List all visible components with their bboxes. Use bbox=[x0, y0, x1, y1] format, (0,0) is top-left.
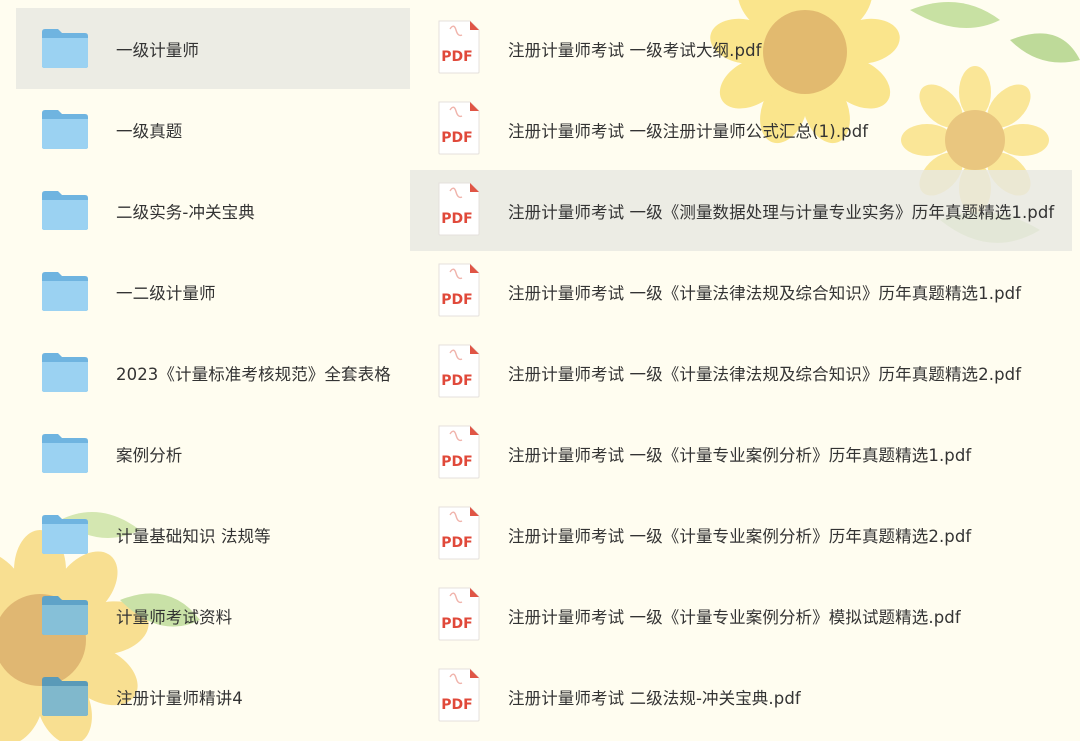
svg-text:PDF: PDF bbox=[441, 211, 472, 227]
folder-name: 案例分析 bbox=[116, 445, 183, 465]
pdf-file-icon: PDF bbox=[438, 101, 480, 155]
folder-icon bbox=[42, 29, 88, 68]
file-item[interactable]: PDF 注册计量师考试 一级注册计量师公式汇总(1).pdf bbox=[410, 89, 1072, 170]
folder-item[interactable]: 注册计量师精讲4 bbox=[16, 656, 410, 737]
folder-icon bbox=[42, 515, 88, 554]
file-name: 注册计量师考试 一级注册计量师公式汇总(1).pdf bbox=[508, 121, 869, 141]
pdf-file-icon: PDF bbox=[438, 182, 480, 236]
folder-icon bbox=[42, 596, 88, 635]
pdf-file-icon: PDF bbox=[438, 587, 480, 641]
file-list: PDF 注册计量师考试 一级考试大纲.pdf PDF 注册计量师考试 一级注册计… bbox=[410, 8, 1072, 737]
file-item[interactable]: PDF 注册计量师考试 一级《测量数据处理与计量专业实务》历年真题精选1.pdf bbox=[410, 170, 1072, 251]
folder-icon bbox=[42, 353, 88, 392]
svg-text:PDF: PDF bbox=[441, 697, 472, 713]
pdf-file-icon: PDF bbox=[438, 668, 480, 722]
file-item[interactable]: PDF 注册计量师考试 二级法规-冲关宝典.pdf bbox=[410, 656, 1072, 737]
folder-icon bbox=[42, 434, 88, 473]
svg-text:PDF: PDF bbox=[441, 454, 472, 470]
svg-text:PDF: PDF bbox=[441, 373, 472, 389]
file-name: 注册计量师考试 一级《计量专业案例分析》历年真题精选2.pdf bbox=[508, 526, 972, 546]
file-name: 注册计量师考试 一级《计量法律法规及综合知识》历年真题精选1.pdf bbox=[508, 283, 1022, 303]
folder-item[interactable]: 二级实务-冲关宝典 bbox=[16, 170, 410, 251]
folder-list: 一级计量师 一级真题 二级实务-冲关宝典 一二级计量师 2023《计量标准考核规… bbox=[16, 8, 410, 737]
folder-name: 计量师考试资料 bbox=[116, 607, 233, 627]
file-name: 注册计量师考试 一级考试大纲.pdf bbox=[508, 40, 762, 60]
folder-name: 一级真题 bbox=[116, 121, 183, 141]
pdf-file-icon: PDF bbox=[438, 506, 480, 560]
folder-name: 一级计量师 bbox=[116, 40, 199, 60]
file-name: 注册计量师考试 二级法规-冲关宝典.pdf bbox=[508, 688, 801, 708]
folder-icon bbox=[42, 272, 88, 311]
svg-text:PDF: PDF bbox=[441, 535, 472, 551]
file-item[interactable]: PDF 注册计量师考试 一级《计量法律法规及综合知识》历年真题精选2.pdf bbox=[410, 332, 1072, 413]
folder-name: 注册计量师精讲4 bbox=[116, 688, 243, 708]
file-item[interactable]: PDF 注册计量师考试 一级考试大纲.pdf bbox=[410, 8, 1072, 89]
folder-icon bbox=[42, 191, 88, 230]
svg-text:PDF: PDF bbox=[441, 130, 472, 146]
folder-item[interactable]: 一级计量师 bbox=[16, 8, 410, 89]
pdf-file-icon: PDF bbox=[438, 425, 480, 479]
svg-text:PDF: PDF bbox=[441, 292, 472, 308]
folder-name: 2023《计量标准考核规范》全套表格 bbox=[116, 364, 391, 384]
folder-icon bbox=[42, 110, 88, 149]
file-item[interactable]: PDF 注册计量师考试 一级《计量专业案例分析》历年真题精选2.pdf bbox=[410, 494, 1072, 575]
folder-icon bbox=[42, 677, 88, 716]
file-name: 注册计量师考试 一级《计量专业案例分析》模拟试题精选.pdf bbox=[508, 607, 961, 627]
folder-item[interactable]: 一二级计量师 bbox=[16, 251, 410, 332]
pdf-file-icon: PDF bbox=[438, 20, 480, 74]
file-name: 注册计量师考试 一级《计量专业案例分析》历年真题精选1.pdf bbox=[508, 445, 972, 465]
folder-item[interactable]: 计量基础知识 法规等 bbox=[16, 494, 410, 575]
file-item[interactable]: PDF 注册计量师考试 一级《计量专业案例分析》模拟试题精选.pdf bbox=[410, 575, 1072, 656]
folder-item[interactable]: 一级真题 bbox=[16, 89, 410, 170]
folder-item[interactable]: 案例分析 bbox=[16, 413, 410, 494]
pdf-file-icon: PDF bbox=[438, 344, 480, 398]
folder-name: 二级实务-冲关宝典 bbox=[116, 202, 255, 222]
svg-text:PDF: PDF bbox=[441, 49, 472, 65]
pdf-file-icon: PDF bbox=[438, 263, 480, 317]
file-name: 注册计量师考试 一级《计量法律法规及综合知识》历年真题精选2.pdf bbox=[508, 364, 1022, 384]
file-name: 注册计量师考试 一级《测量数据处理与计量专业实务》历年真题精选1.pdf bbox=[508, 202, 1055, 222]
file-item[interactable]: PDF 注册计量师考试 一级《计量专业案例分析》历年真题精选1.pdf bbox=[410, 413, 1072, 494]
file-item[interactable]: PDF 注册计量师考试 一级《计量法律法规及综合知识》历年真题精选1.pdf bbox=[410, 251, 1072, 332]
folder-item[interactable]: 2023《计量标准考核规范》全套表格 bbox=[16, 332, 410, 413]
folder-name: 一二级计量师 bbox=[116, 283, 216, 303]
folder-item[interactable]: 计量师考试资料 bbox=[16, 575, 410, 656]
folder-name: 计量基础知识 法规等 bbox=[116, 526, 271, 546]
svg-text:PDF: PDF bbox=[441, 616, 472, 632]
